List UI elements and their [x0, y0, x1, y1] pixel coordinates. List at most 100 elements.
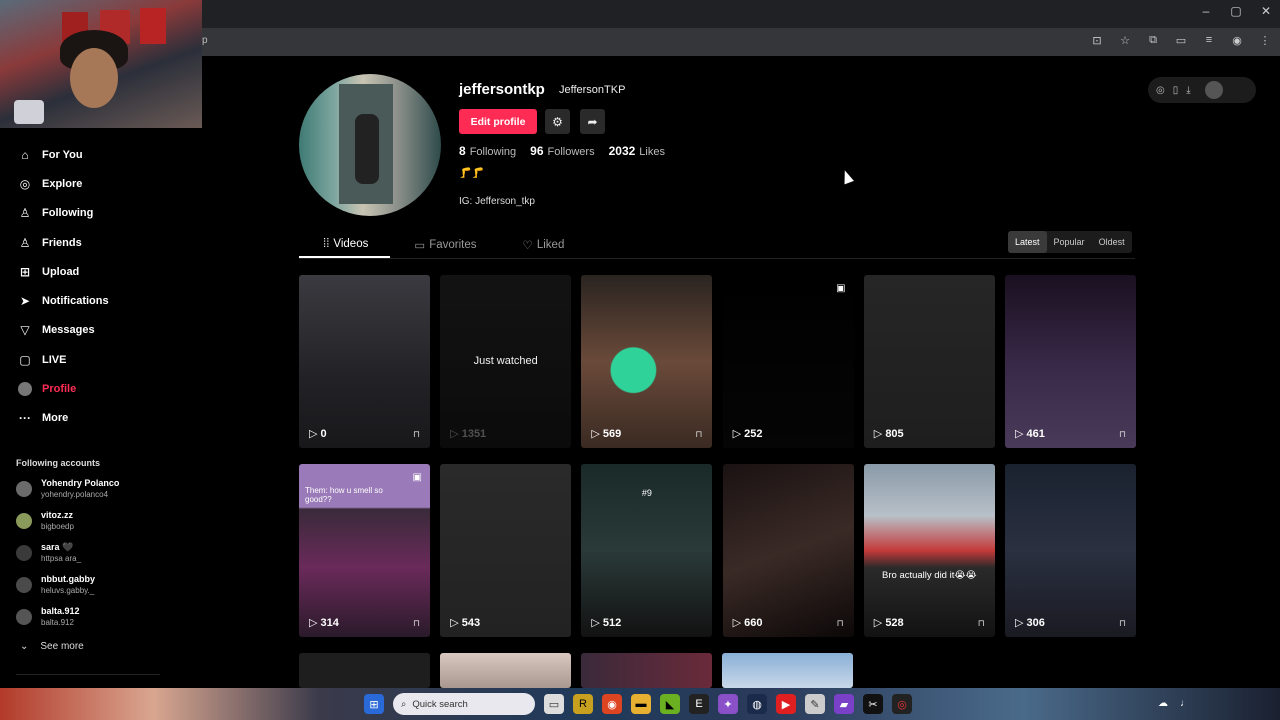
- sort-oldest[interactable]: Oldest: [1092, 231, 1132, 253]
- app-icon[interactable]: ▰: [834, 694, 854, 714]
- sidebar-item-more[interactable]: ··· More: [0, 404, 160, 433]
- video-tile[interactable]: Bro actually did it😭😭 ▷ 528 ⊓: [863, 464, 995, 637]
- tab-label: Favorites: [429, 239, 477, 251]
- followers-stat[interactable]: 96 Followers: [530, 144, 594, 158]
- sidebar-icon[interactable]: ▭: [1174, 34, 1188, 47]
- likes-stat: 2032 Likes: [609, 144, 665, 158]
- chrome-icon[interactable]: ◉: [602, 694, 622, 714]
- sidebar-item-upload[interactable]: ⊞ Upload: [0, 257, 160, 286]
- view-count: ▷ 569: [591, 427, 621, 440]
- folder-icon[interactable]: ▬: [631, 694, 651, 714]
- video-tile[interactable]: ▷ 461 ⊓: [1005, 275, 1136, 448]
- play-icon: ▷: [591, 428, 603, 440]
- task-view-icon[interactable]: ▭: [544, 694, 564, 714]
- taskbar-search[interactable]: ⌕ Quick search: [393, 693, 535, 715]
- browser-toolbar: ⊡ ☆ ⧉ ▭ ≡ ◉ ⋮: [1090, 34, 1272, 47]
- edit-profile-button[interactable]: Edit profile: [459, 109, 537, 134]
- following-label: Following: [469, 146, 517, 158]
- account-name: vitoz.zz: [41, 510, 74, 520]
- tab-favorites[interactable]: ▭ Favorites: [390, 232, 498, 258]
- video-tile[interactable]: [581, 653, 712, 688]
- following-account[interactable]: vitoz.zz bigboedp: [16, 506, 74, 536]
- video-tile[interactable]: [299, 653, 430, 688]
- following-account[interactable]: Yohendry Polanco yohendry.polanco4: [16, 474, 119, 504]
- lock-icon: ⊓: [836, 619, 844, 629]
- share-button[interactable]: ➦: [580, 109, 605, 134]
- maximize-icon[interactable]: ▢: [1228, 4, 1244, 18]
- video-tile[interactable]: [722, 653, 853, 688]
- account-icon[interactable]: ◉: [1230, 34, 1244, 47]
- sidebar-item-explore[interactable]: ◎ Explore: [0, 169, 160, 198]
- account-name: nbbut.gabby: [41, 574, 95, 584]
- sidebar-item-notifications[interactable]: ➤ Notifications: [0, 286, 160, 315]
- send-icon: ➤: [19, 294, 31, 309]
- sidebar-item-label: More: [42, 412, 69, 425]
- sidebar-item-following[interactable]: ♙ Following: [0, 199, 160, 228]
- start-icon[interactable]: ⊞: [364, 694, 384, 714]
- sort-latest[interactable]: Latest: [1008, 231, 1047, 253]
- sidebar-item-friends[interactable]: ♙ Friends: [0, 228, 160, 257]
- video-tile[interactable]: [440, 653, 571, 688]
- rockstar-icon[interactable]: R: [573, 694, 593, 714]
- grid-icon: ⁞⁞: [323, 238, 330, 250]
- game-icon[interactable]: ◎: [892, 694, 912, 714]
- settings-button[interactable]: ⚙: [545, 109, 570, 134]
- notes-icon[interactable]: ✎: [805, 694, 825, 714]
- youtube-icon[interactable]: ▶: [776, 694, 796, 714]
- tab-liked[interactable]: ♡ Liked: [499, 232, 587, 258]
- epic-icon[interactable]: E: [689, 694, 709, 714]
- video-tile[interactable]: ▷ 306 ⊓: [1005, 464, 1136, 637]
- avatar[interactable]: [1204, 81, 1223, 99]
- video-tile[interactable]: ▷ 569 ⊓: [581, 275, 713, 448]
- video-tile[interactable]: Just watched ▷ 1351: [440, 275, 572, 448]
- profile-avatar[interactable]: [299, 74, 441, 216]
- mic-icon[interactable]: ♩: [1180, 698, 1190, 709]
- video-tile[interactable]: ▷ 0 ⊓: [299, 275, 430, 448]
- video-tile[interactable]: ▷ 660 ⊓: [722, 464, 854, 637]
- tab-videos[interactable]: ⁞⁞ Videos: [299, 232, 391, 258]
- user-icon: ♙: [19, 206, 31, 221]
- video-tile[interactable]: ▷ 543: [440, 464, 572, 637]
- minimize-icon[interactable]: –: [1198, 4, 1214, 18]
- sidebar-item-profile[interactable]: Profile: [0, 374, 160, 403]
- see-more-button[interactable]: ⌄ See more: [20, 641, 84, 652]
- close-icon[interactable]: ✕: [1258, 4, 1274, 18]
- following-account[interactable]: balta.912 balta.912: [16, 602, 80, 632]
- followers-label: Followers: [547, 146, 595, 158]
- sidebar-item-label: For You: [42, 148, 83, 161]
- play-icon: ▷: [1015, 428, 1027, 440]
- following-account[interactable]: sara 🖤 httpsa ara_: [16, 538, 81, 568]
- url-text[interactable]: p: [202, 35, 208, 46]
- cloud-icon[interactable]: ☁: [1158, 698, 1168, 709]
- following-count: 8: [459, 144, 466, 158]
- lock-icon: ⊓: [412, 430, 420, 440]
- video-tile[interactable]: #9 ▷ 512: [581, 464, 713, 637]
- following-stat[interactable]: 8 Following: [459, 144, 516, 158]
- steam-icon[interactable]: ◍: [747, 694, 767, 714]
- sidebar-item-messages[interactable]: ▽ Messages: [0, 316, 160, 345]
- play-icon: ▷: [873, 428, 886, 440]
- video-tile[interactable]: ▷ 805: [863, 275, 995, 448]
- chat-icon[interactable]: ✦: [718, 694, 738, 714]
- star-icon[interactable]: ☆: [1118, 34, 1132, 47]
- phone-icon[interactable]: ▯: [1173, 85, 1179, 96]
- following-account[interactable]: nbbut.gabby heluvs.gabby._: [16, 570, 95, 600]
- video-tile[interactable]: Them: how u smell so good?? ▣ ▷ 314 ⊓: [299, 464, 430, 637]
- lock-icon: ⊓: [695, 430, 703, 440]
- sort-popular[interactable]: Popular: [1047, 231, 1092, 253]
- sidebar-item-for-you[interactable]: ⌂ For You: [0, 140, 160, 169]
- nvidia-icon[interactable]: ◣: [660, 694, 680, 714]
- media-icon[interactable]: ≡: [1202, 34, 1216, 47]
- extensions-icon[interactable]: ⧉: [1146, 34, 1160, 47]
- system-tray: ☁ ♩: [1158, 698, 1190, 709]
- compass-icon[interactable]: ◎: [1156, 85, 1165, 96]
- install-icon[interactable]: ⊡: [1090, 34, 1104, 47]
- play-icon: ▷: [591, 617, 603, 629]
- download-icon[interactable]: ⤓: [1186, 85, 1190, 96]
- video-caption: #9: [641, 488, 652, 498]
- play-icon: ▷: [450, 428, 462, 440]
- capcut-icon[interactable]: ✂: [863, 694, 883, 714]
- sidebar-item-live[interactable]: ▢ LIVE: [0, 345, 160, 374]
- menu-icon[interactable]: ⋮: [1258, 34, 1272, 47]
- video-tile[interactable]: ▣ ▷ 252: [722, 275, 854, 448]
